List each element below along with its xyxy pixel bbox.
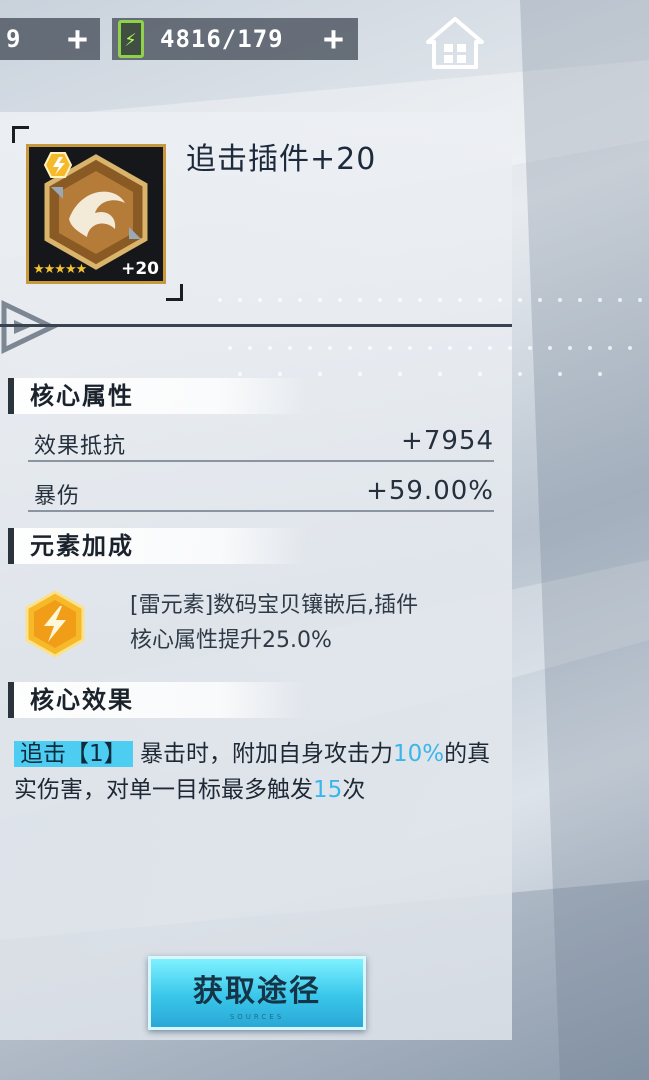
stat-row: 效果抵抗 +7954 <box>28 424 494 462</box>
divider-line <box>0 324 512 327</box>
frame-corner <box>12 126 29 143</box>
acquire-source-button[interactable]: 获取途径 SOURCES <box>148 956 366 1030</box>
element-bonus-line: [雷元素]数码宝贝镶嵌后,插件 <box>130 593 419 618</box>
item-detail-panel: ★★★★★ +20 追击插件+20 核心属性 效果抵抗 +7954 暴伤 +59… <box>0 112 512 1040</box>
acquire-button-label: 获取途径 <box>193 974 321 1009</box>
effect-text-part: 暴击时，附加自身攻击力 <box>139 741 393 767</box>
plus-icon[interactable]: + <box>318 22 350 56</box>
thunder-element-icon <box>25 590 85 658</box>
stat-row: 暴伤 +59.00% <box>28 474 494 512</box>
core-effect-text: 追击【1】 暴击时，附加自身攻击力10%的真实伤害，对单一目标最多触发15次 <box>14 736 508 808</box>
top-resource-bar: 9 + ⚡ 4816/179 + <box>0 0 649 80</box>
panel-divider-mark <box>1 300 58 354</box>
stat-value: +7954 <box>401 426 494 456</box>
acquire-button-sublabel: SOURCES <box>229 1013 285 1021</box>
plus-icon[interactable]: + <box>62 22 94 56</box>
stamina-counter: ⚡ 4816/179 + <box>112 18 358 60</box>
effect-text-part: 次 <box>342 777 366 803</box>
stat-name: 效果抵抗 <box>34 434 127 459</box>
stat-value: +59.00% <box>366 476 494 506</box>
stamina-value: 4816/179 <box>160 25 284 53</box>
stat-name: 暴伤 <box>34 484 81 509</box>
section-core-effect: 核心效果 <box>8 682 308 718</box>
star-rating: ★★★★★ <box>33 262 87 277</box>
section-element-bonus: 元素加成 <box>8 528 308 564</box>
section-core-attributes: 核心属性 <box>8 378 308 414</box>
element-bonus-text: [雷元素]数码宝贝镶嵌后,插件 核心属性提升25.0% <box>130 588 506 658</box>
frame-corner <box>166 284 183 301</box>
item-icon: ★★★★★ +20 <box>26 144 166 284</box>
item-level: +20 <box>121 259 159 279</box>
item-title: 追击插件+20 <box>186 142 377 177</box>
effect-tag: 追击【1】 <box>14 741 133 767</box>
battery-icon: ⚡ <box>118 20 144 58</box>
effect-number: 15 <box>313 777 343 803</box>
resource-1-value: 9 <box>6 25 22 53</box>
element-bonus-line: 核心属性提升25.0% <box>130 628 332 653</box>
resource-counter-1: 9 + <box>0 18 100 60</box>
effect-number: 10% <box>392 741 445 767</box>
home-icon[interactable] <box>424 16 486 70</box>
